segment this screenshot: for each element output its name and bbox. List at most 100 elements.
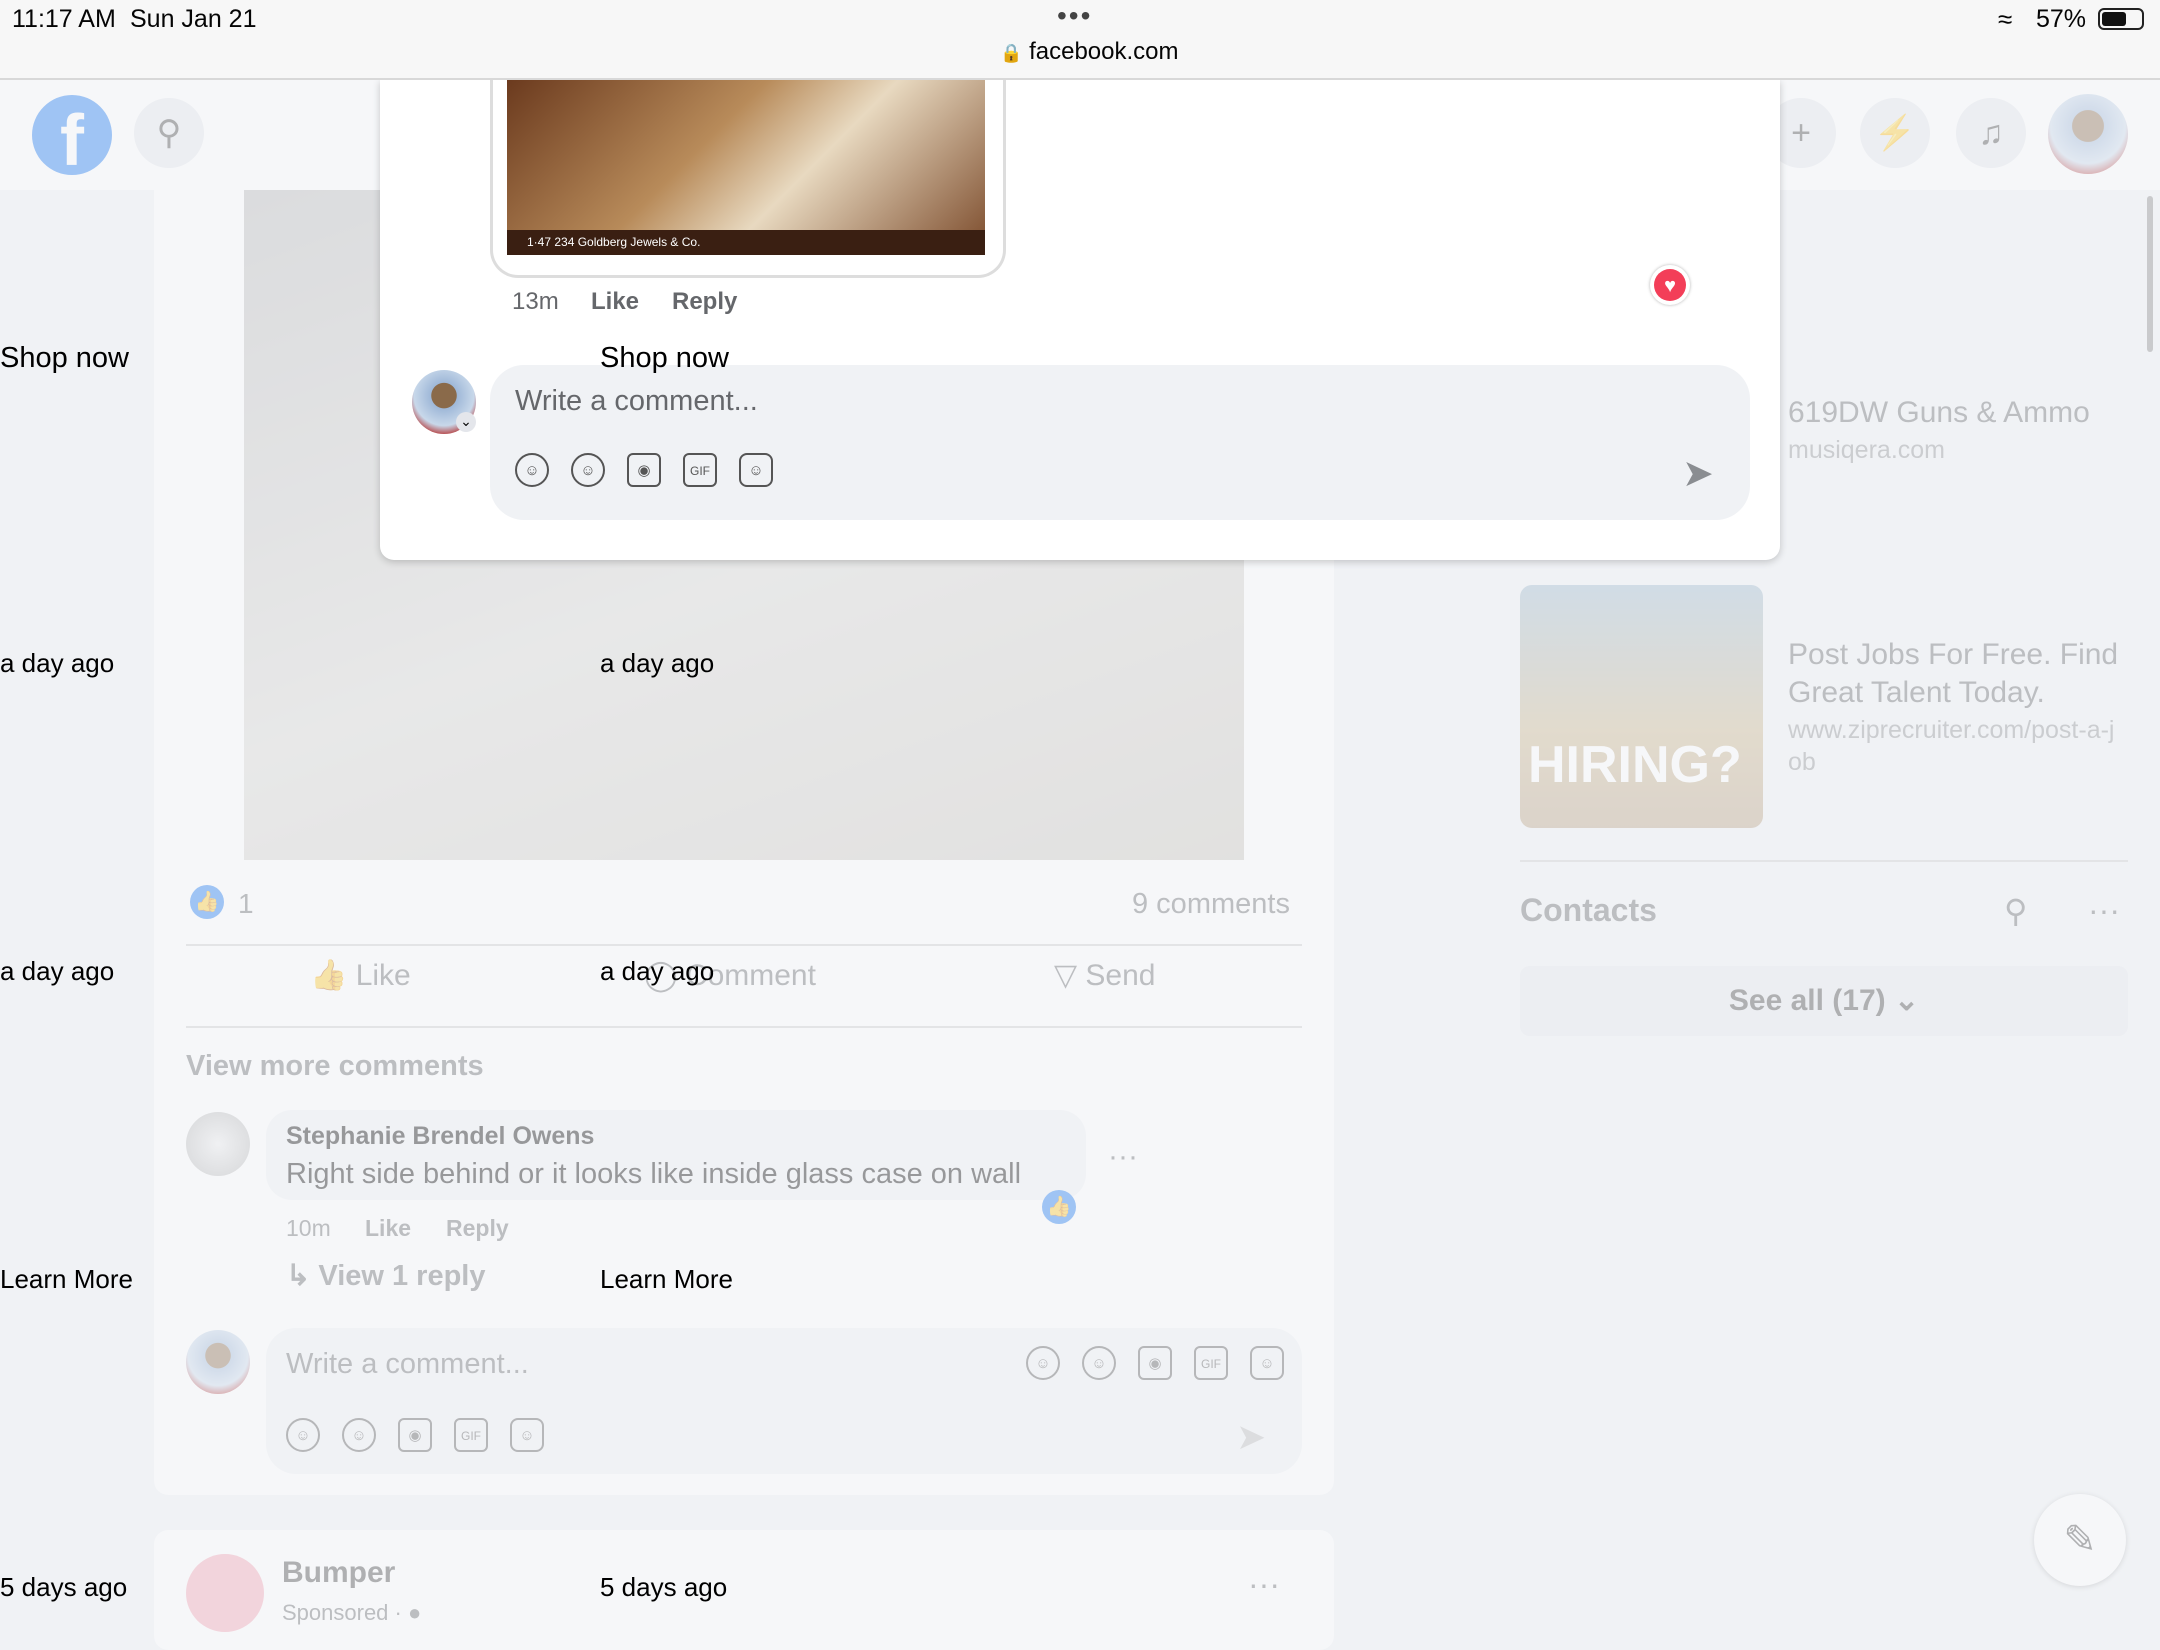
messenger-icon[interactable]: ⚡ (1860, 98, 1930, 168)
comment-like-reaction-icon: 👍 (1042, 1190, 1076, 1224)
composer-avatar[interactable] (186, 1330, 250, 1394)
contacts-search-icon[interactable]: ⚲ (2004, 892, 2027, 930)
gif-icon[interactable]: GIF (1194, 1346, 1228, 1380)
sponsored-label: Sponsored · ● (282, 1600, 421, 1626)
overlay-5-days-ago: 5 days ago (0, 1572, 128, 1602)
avatar-sticker-icon[interactable]: ☺ (286, 1418, 320, 1452)
view-reply-label: View 1 reply (318, 1260, 486, 1292)
sticker-icon[interactable]: ☺ (739, 453, 773, 487)
overlay-a-day-ago: a day ago (0, 956, 115, 986)
comment-reply-link[interactable]: Reply (446, 1215, 509, 1242)
send-label: Send (1085, 959, 1156, 992)
facebook-logo-icon[interactable]: f (32, 95, 112, 175)
contacts-options-icon[interactable]: ··· (2088, 892, 2120, 929)
sticker-icon[interactable]: ☺ (1250, 1346, 1284, 1380)
avatar-sticker-icon[interactable]: ☺ (515, 453, 549, 487)
chevron-down-icon: ⌄ (1893, 984, 1920, 1017)
comment-time: 13m (512, 288, 559, 315)
overlay-learn-more: Learn More (0, 1264, 133, 1294)
commenter-avatar[interactable] (186, 1112, 250, 1176)
chevron-down-icon: ⌄ (456, 412, 476, 432)
comment-composer[interactable]: Write a comment... ☺ ☺ ◉ GIF ☺ ➤ (490, 365, 1750, 520)
camera-icon[interactable]: ◉ (1138, 1346, 1172, 1380)
new-message-icon[interactable]: ✎ (2034, 1494, 2126, 1586)
address-url: facebook.com (1029, 38, 1179, 65)
jewelry-store-photo (507, 80, 985, 255)
emoji-icon[interactable]: ☺ (1082, 1346, 1116, 1380)
composer-avatar[interactable]: ⌄ (412, 370, 476, 434)
comment-composer-placeholder: Write a comment... (286, 1348, 529, 1380)
comment-count[interactable]: 9 comments (1132, 888, 1290, 921)
page-scrollbar[interactable] (2147, 196, 2153, 352)
advertiser-avatar[interactable] (186, 1554, 264, 1632)
ad1-title[interactable]: 619DW Guns & Ammo (1788, 396, 2090, 430)
camera-icon[interactable]: ◉ (398, 1418, 432, 1452)
ad2-title[interactable]: Post Jobs For Free. Find Great Talent To… (1788, 636, 2128, 712)
battery-percent: 57% (2036, 5, 2087, 33)
send-button[interactable]: ▽ Send (1054, 958, 1156, 993)
reply-arrow-icon: ↳ (286, 1260, 311, 1292)
thumbs-up-icon: 👍 (310, 959, 348, 992)
comment-like-link[interactable]: Like (591, 288, 639, 316)
emoji-icon[interactable]: ☺ (571, 453, 605, 487)
like-reaction-icon: 👍 (190, 885, 224, 919)
love-reaction-icon[interactable]: ♥ (1650, 265, 1690, 305)
like-button[interactable]: 👍 Like (310, 958, 411, 993)
ad2-image[interactable]: HIRING? (1520, 585, 1763, 828)
view-more-comments-link[interactable]: View more comments (186, 1050, 484, 1083)
address-bar[interactable]: 🔒 facebook.com (1000, 38, 1179, 66)
overlay-a-day-ago: a day ago (0, 648, 115, 678)
status-date: Sun Jan 21 (130, 5, 257, 33)
view-reply-link[interactable]: ↳ View 1 reply (286, 1258, 486, 1293)
comment-text: Right side behind or it looks like insid… (286, 1158, 1022, 1190)
photo-caption: 1·47 234 Goldberg Jewels & Co. (507, 230, 985, 255)
sponsored-text: Sponsored · (282, 1600, 408, 1625)
wifi-icon: ≈ (1998, 4, 2013, 34)
gif-icon[interactable]: GIF (683, 453, 717, 487)
see-all-label: See all (17) (1728, 984, 1886, 1017)
emoji-icon[interactable]: ☺ (342, 1418, 376, 1452)
overlay-learn-more: Learn More (600, 1264, 733, 1294)
comment-composer[interactable]: Write a comment... ☺ ☺ ◉ GIF ☺ ☺ ☺ ◉ GIF… (266, 1328, 1302, 1474)
ad1-url[interactable]: musiqera.com (1788, 436, 1945, 465)
comment-options-icon[interactable]: ··· (1108, 1140, 1138, 1174)
send-comment-icon[interactable]: ➤ (1236, 1416, 1266, 1458)
overlay-a-day-ago: a day ago (600, 648, 715, 678)
send-icon: ▽ (1054, 959, 1078, 992)
ad2-image-text: HIRING? (1528, 736, 1742, 794)
ad2-url[interactable]: www.ziprecruiter.com/post-a-job (1788, 714, 2128, 778)
comment-reply-link[interactable]: Reply (672, 288, 737, 316)
advertiser-name[interactable]: Bumper (282, 1556, 395, 1590)
sticker-icon[interactable]: ☺ (510, 1418, 544, 1452)
see-all-contacts-button[interactable]: See all (17) ⌄ (1520, 966, 2128, 1036)
comment-composer-placeholder: Write a comment... (515, 385, 758, 417)
post-options-icon[interactable]: ··· (1248, 1566, 1280, 1603)
contacts-heading: Contacts (1520, 892, 1657, 928)
send-comment-icon[interactable]: ➤ (1682, 451, 1714, 496)
camera-icon[interactable]: ◉ (627, 453, 661, 487)
like-count[interactable]: 1 (238, 888, 254, 920)
comment-time: 10m (286, 1215, 331, 1241)
avatar-sticker-icon[interactable]: ☺ (1026, 1346, 1060, 1380)
notifications-bell-icon[interactable]: ♫ (1956, 98, 2026, 168)
comment-author[interactable]: Stephanie Brendel Owens (286, 1122, 594, 1151)
globe-icon: ● (407, 1600, 422, 1625)
comment-like-link[interactable]: Like (365, 1215, 411, 1242)
next-post-card: Bumper Sponsored · ● ··· (154, 1530, 1334, 1650)
photo-caption-text: 1·47 234 Goldberg Jewels & Co. (527, 235, 701, 249)
ellipsis-icon[interactable]: ••• (1057, 0, 1092, 32)
like-label: Like (355, 959, 411, 992)
comment-image-attachment[interactable]: 1·47 234 Goldberg Jewels & Co. (490, 80, 1006, 278)
search-icon[interactable]: ⚲ (134, 98, 204, 168)
comment-bubble: Stephanie Brendel Owens Right side behin… (266, 1110, 1086, 1200)
overlay-5-days-ago: 5 days ago (600, 1572, 728, 1602)
status-bar: 11:17 AM Sun Jan 21 ••• 🔒 facebook.com ≈… (0, 0, 2160, 80)
profile-avatar[interactable] (2048, 94, 2128, 174)
overlay-shop-now: Shop now (0, 342, 129, 374)
divider (186, 1026, 1302, 1028)
divider (186, 944, 1302, 946)
battery-icon (2098, 8, 2144, 30)
overlay-shop-now: Shop now (600, 342, 729, 374)
lock-icon: 🔒 (1000, 43, 1023, 63)
gif-icon[interactable]: GIF (454, 1418, 488, 1452)
